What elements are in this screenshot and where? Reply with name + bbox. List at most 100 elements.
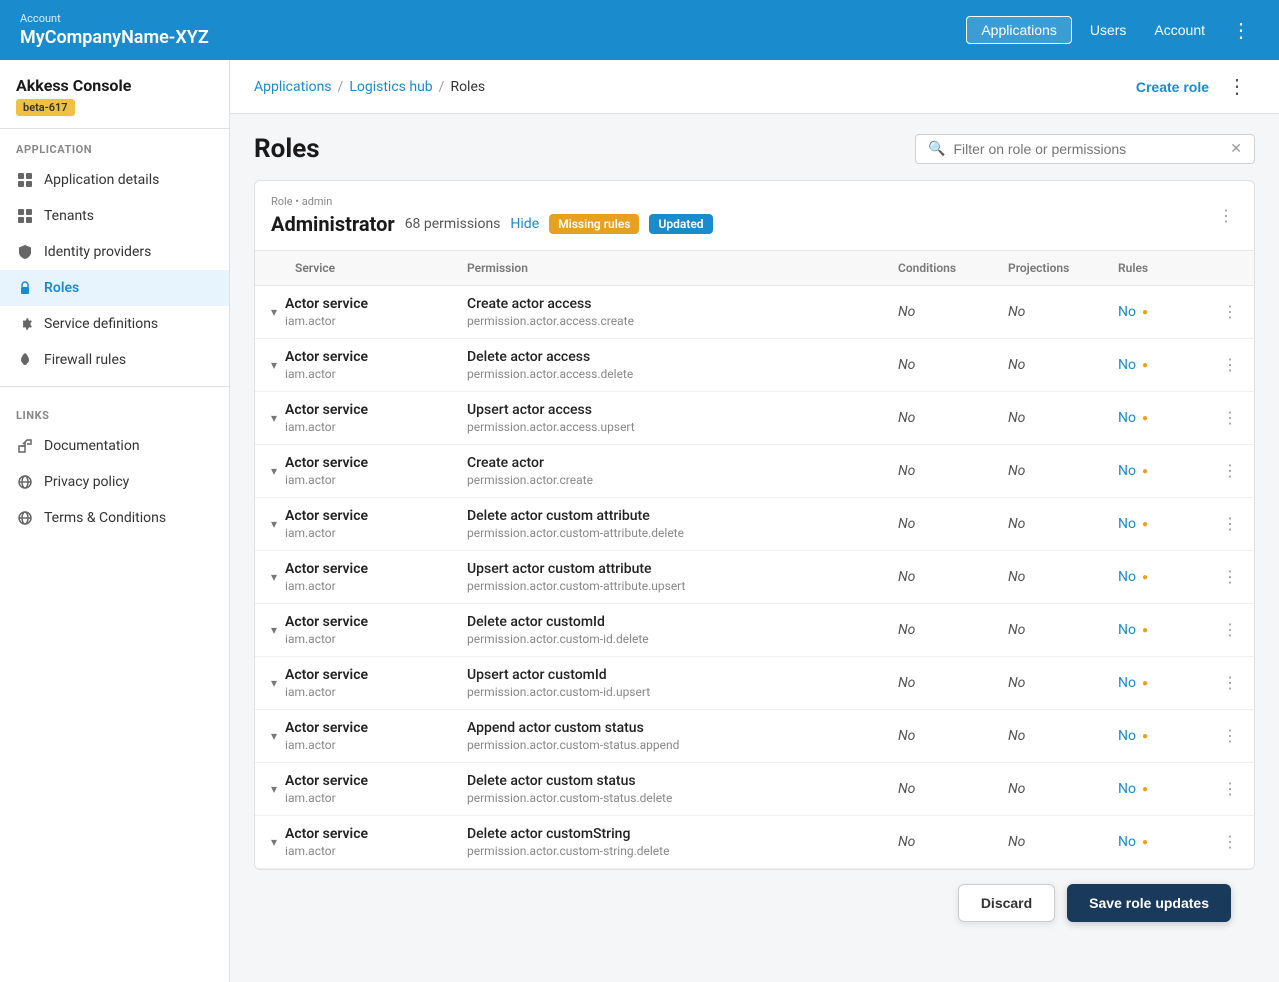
row-menu-button[interactable]: ⋮ — [1218, 724, 1242, 748]
row-actions-cell: ⋮ — [1206, 498, 1254, 551]
service-cell: ▾ Actor service iam.actor — [255, 286, 455, 339]
rules-value[interactable]: No — [1118, 304, 1136, 320]
rules-value[interactable]: No — [1118, 834, 1136, 850]
rules-value[interactable]: No — [1118, 410, 1136, 426]
service-name: Actor service — [285, 614, 368, 630]
expand-row-button[interactable]: ▾ — [267, 780, 281, 798]
permissions-count: 68 permissions — [405, 216, 501, 232]
sidebar-item-service-definitions[interactable]: Service definitions — [0, 306, 229, 342]
header-menu-button[interactable]: ⋮ — [1223, 14, 1259, 47]
expand-row-button[interactable]: ▾ — [267, 833, 281, 851]
sidebar-item-terms-conditions[interactable]: Terms & Conditions — [0, 500, 229, 536]
shield-icon — [16, 243, 34, 261]
missing-rules-badge: Missing rules — [549, 214, 639, 234]
rules-value[interactable]: No — [1118, 728, 1136, 744]
row-menu-button[interactable]: ⋮ — [1218, 512, 1242, 536]
expand-row-button[interactable]: ▾ — [267, 409, 281, 427]
search-box: 🔍 ✕ — [915, 134, 1255, 164]
rules-indicator: ● — [1142, 307, 1148, 318]
service-sub: iam.actor — [285, 738, 368, 752]
projections-cell: No — [996, 710, 1106, 763]
rules-cell: No ● — [1106, 657, 1206, 710]
sidebar-item-label: Privacy policy — [44, 474, 129, 490]
discard-button[interactable]: Discard — [958, 884, 1055, 922]
col-header-permission: Permission — [455, 251, 886, 286]
rules-value[interactable]: No — [1118, 357, 1136, 373]
row-menu-button[interactable]: ⋮ — [1218, 406, 1242, 430]
row-menu-button[interactable]: ⋮ — [1218, 671, 1242, 695]
create-role-button[interactable]: Create role — [1136, 79, 1209, 95]
expand-row-button[interactable]: ▾ — [267, 727, 281, 745]
role-meta: Role • admin — [271, 195, 713, 208]
links-section-title: LINKS — [0, 395, 229, 428]
sidebar-logo: Akkess Console beta-617 — [0, 60, 229, 129]
row-menu-button[interactable]: ⋮ — [1218, 300, 1242, 324]
row-menu-button[interactable]: ⋮ — [1218, 565, 1242, 589]
expand-row-button[interactable]: ▾ — [267, 462, 281, 480]
breadcrumb-logistics-hub[interactable]: Logistics hub — [349, 79, 432, 95]
service-name: Actor service — [285, 349, 368, 365]
sidebar-item-firewall-rules[interactable]: Firewall rules — [0, 342, 229, 378]
expand-row-button[interactable]: ▾ — [267, 303, 281, 321]
sidebar-item-tenants[interactable]: Tenants — [0, 198, 229, 234]
save-button[interactable]: Save role updates — [1067, 884, 1231, 922]
row-menu-button[interactable]: ⋮ — [1218, 830, 1242, 854]
conditions-value: No — [898, 728, 915, 744]
rules-value[interactable]: No — [1118, 463, 1136, 479]
service-cell: ▾ Actor service iam.actor — [255, 445, 455, 498]
row-actions-cell: ⋮ — [1206, 445, 1254, 498]
rules-cell: No ● — [1106, 392, 1206, 445]
sidebar-item-label: Firewall rules — [44, 352, 126, 368]
row-menu-button[interactable]: ⋮ — [1218, 618, 1242, 642]
service-name: Actor service — [285, 667, 368, 683]
sidebar-item-identity-providers[interactable]: Identity providers — [0, 234, 229, 270]
perm-name: Upsert actor custom attribute — [467, 561, 874, 577]
applications-nav-button[interactable]: Applications — [966, 16, 1072, 44]
search-input[interactable] — [953, 141, 1222, 157]
breadcrumb-applications[interactable]: Applications — [254, 79, 332, 95]
service-name: Actor service — [285, 296, 368, 312]
projections-value: No — [1008, 516, 1025, 532]
sidebar-item-roles[interactable]: Roles — [0, 270, 229, 306]
users-nav-button[interactable]: Users — [1080, 17, 1137, 43]
perm-name: Delete actor access — [467, 349, 874, 365]
row-menu-button[interactable]: ⋮ — [1218, 353, 1242, 377]
row-menu-button[interactable]: ⋮ — [1218, 459, 1242, 483]
table-row: ▾ Actor service iam.actor Delete actor a… — [255, 339, 1254, 392]
sidebar-item-documentation[interactable]: Documentation — [0, 428, 229, 464]
rules-value[interactable]: No — [1118, 675, 1136, 691]
rules-cell: No ● — [1106, 339, 1206, 392]
perm-name: Create actor access — [467, 296, 874, 312]
col-header-rules: Rules — [1106, 251, 1206, 286]
service-name: Actor service — [285, 826, 368, 842]
account-nav-button[interactable]: Account — [1144, 17, 1215, 43]
rules-value[interactable]: No — [1118, 781, 1136, 797]
perm-sub: permission.actor.custom-id.delete — [467, 632, 874, 646]
app-name: Akkess Console — [16, 76, 213, 95]
rules-value[interactable]: No — [1118, 569, 1136, 585]
service-sub: iam.actor — [285, 367, 368, 381]
role-card: Role • admin Administrator 68 permission… — [254, 180, 1255, 870]
rules-value[interactable]: No — [1118, 516, 1136, 532]
expand-row-button[interactable]: ▾ — [267, 674, 281, 692]
header-options-button[interactable]: ⋮ — [1219, 70, 1255, 103]
permission-cell: Create actor access permission.actor.acc… — [455, 286, 886, 339]
row-actions-cell: ⋮ — [1206, 604, 1254, 657]
rules-value[interactable]: No — [1118, 622, 1136, 638]
clear-search-icon[interactable]: ✕ — [1230, 141, 1242, 157]
role-card-menu-button[interactable]: ⋮ — [1214, 204, 1238, 228]
expand-row-button[interactable]: ▾ — [267, 515, 281, 533]
expand-row-button[interactable]: ▾ — [267, 568, 281, 586]
row-actions-cell: ⋮ — [1206, 551, 1254, 604]
sidebar-item-privacy-policy[interactable]: Privacy policy — [0, 464, 229, 500]
rules-indicator: ● — [1142, 625, 1148, 636]
expand-row-button[interactable]: ▾ — [267, 356, 281, 374]
perm-sub: permission.actor.custom-status.delete — [467, 791, 874, 805]
rules-cell: No ● — [1106, 604, 1206, 657]
hide-link[interactable]: Hide — [510, 216, 539, 232]
conditions-cell: No — [886, 710, 996, 763]
sidebar-item-app-details[interactable]: Application details — [0, 162, 229, 198]
expand-row-button[interactable]: ▾ — [267, 621, 281, 639]
permission-cell: Upsert actor custom attribute permission… — [455, 551, 886, 604]
row-menu-button[interactable]: ⋮ — [1218, 777, 1242, 801]
